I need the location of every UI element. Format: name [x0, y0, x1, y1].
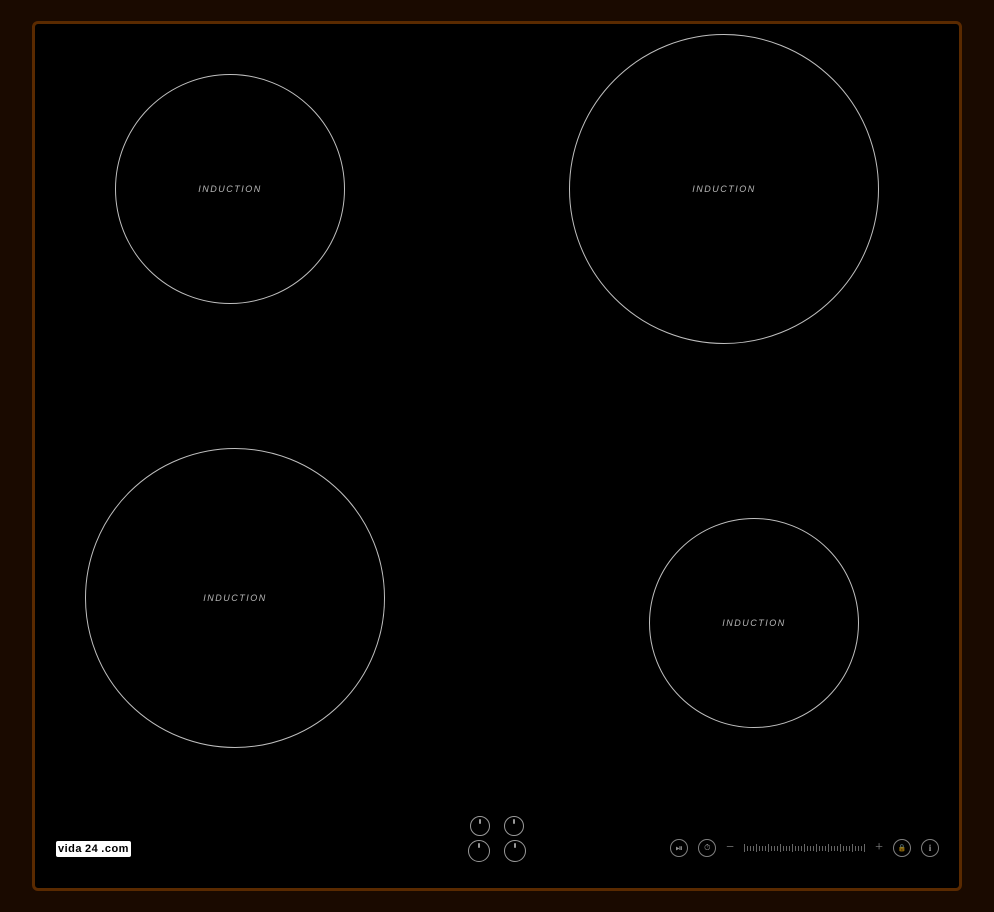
tick	[795, 846, 796, 851]
burner-bottom-right[interactable]: INDUCTION	[649, 518, 859, 728]
tick	[828, 844, 829, 852]
play-pause-icon: ⏯	[676, 843, 683, 854]
tick	[837, 846, 838, 851]
plus-button[interactable]: +	[875, 840, 883, 856]
tick	[777, 846, 778, 851]
tick	[831, 846, 832, 851]
tick	[822, 846, 823, 851]
tick	[807, 846, 808, 851]
info-icon: i	[929, 843, 932, 853]
tick	[756, 844, 757, 852]
knob-row-top	[470, 816, 524, 836]
tick	[801, 846, 802, 851]
tick	[750, 846, 751, 851]
knob-top-left[interactable]	[470, 816, 490, 836]
burner-bottom-right-label: INDUCTION	[722, 618, 786, 628]
burners-area: INDUCTION INDUCTION INDUCTION INDUCTION	[35, 24, 959, 808]
center-controls	[468, 816, 526, 862]
bottom-icons: ⏯ ⏱ −	[670, 839, 939, 857]
clock-button[interactable]: ⏱	[698, 839, 716, 857]
tick	[774, 846, 775, 851]
lock-icon: 🔒	[898, 844, 907, 852]
clock-icon: ⏱	[704, 843, 710, 853]
tick	[813, 846, 814, 851]
tick	[780, 844, 781, 852]
tick	[765, 846, 766, 851]
tick	[747, 846, 748, 851]
burner-top-left-label: INDUCTION	[198, 184, 262, 194]
play-pause-button[interactable]: ⏯	[670, 839, 688, 857]
knob-bottom-left[interactable]	[468, 840, 490, 862]
tick	[840, 844, 841, 852]
controls-bar: vida24.com ⏯ ⏱ −	[35, 808, 959, 888]
tick	[849, 846, 850, 851]
tick	[846, 846, 847, 851]
tick	[798, 846, 799, 851]
tick	[759, 846, 760, 851]
knob-top-right[interactable]	[504, 816, 524, 836]
burner-top-right[interactable]: INDUCTION	[569, 34, 879, 344]
brand-text: vida24.com	[56, 841, 131, 857]
brand-logo: vida24.com	[55, 840, 132, 857]
lock-button[interactable]: 🔒	[893, 839, 911, 857]
slider-control[interactable]	[744, 844, 865, 852]
tick	[816, 844, 817, 852]
knob-bottom-right[interactable]	[504, 840, 526, 862]
tick	[762, 846, 763, 851]
tick	[792, 844, 793, 852]
tick	[858, 846, 859, 851]
burner-top-right-label: INDUCTION	[692, 184, 756, 194]
tick	[753, 846, 754, 851]
tick	[744, 844, 745, 852]
info-button[interactable]: i	[921, 839, 939, 857]
burner-bottom-left-label: INDUCTION	[203, 593, 267, 603]
burner-bottom-left[interactable]: INDUCTION	[85, 448, 385, 748]
tick	[834, 846, 835, 851]
brand-number: 24	[83, 842, 100, 856]
induction-cooktop: INDUCTION INDUCTION INDUCTION INDUCTION …	[32, 21, 962, 891]
knob-row-bottom	[468, 840, 526, 862]
tick	[864, 844, 865, 852]
tick	[825, 846, 826, 851]
tick	[768, 844, 769, 852]
tick	[804, 844, 805, 852]
burner-top-left[interactable]: INDUCTION	[115, 74, 345, 304]
tick	[783, 846, 784, 851]
tick	[855, 846, 856, 851]
tick	[852, 844, 853, 852]
tick	[819, 846, 820, 851]
tick	[843, 846, 844, 851]
tick	[861, 846, 862, 851]
minus-button[interactable]: −	[726, 840, 734, 856]
tick	[771, 846, 772, 851]
tick	[786, 846, 787, 851]
tick	[789, 846, 790, 851]
tick	[810, 846, 811, 851]
